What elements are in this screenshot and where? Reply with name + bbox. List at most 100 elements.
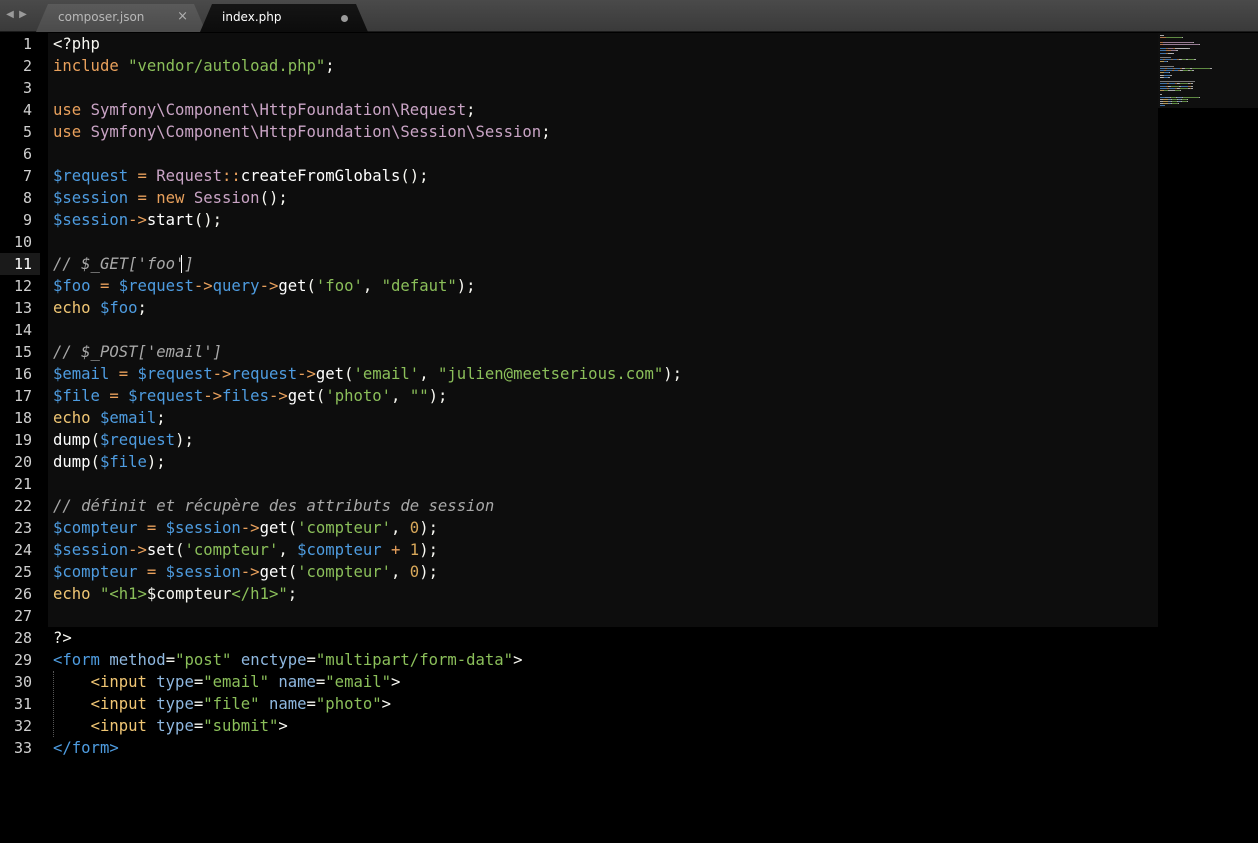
code-line[interactable]: dump($request); [53, 429, 1153, 451]
code-line[interactable] [53, 143, 1153, 165]
minimap-mark [1163, 41, 1193, 43]
code-line[interactable]: ?> [53, 627, 1153, 649]
code-token: ( [90, 453, 100, 471]
code-token: use [53, 101, 91, 119]
code-line[interactable]: echo $email; [53, 407, 1153, 429]
code-token: 'compteur' [184, 541, 279, 559]
code-line[interactable]: echo $foo; [53, 297, 1153, 319]
tab-composer-json[interactable]: composer.json × [36, 4, 206, 32]
code-line[interactable]: dump($file); [53, 451, 1153, 473]
code-line[interactable]: // $_GET['foo'] [53, 253, 1153, 275]
minimap-mark [1170, 74, 1172, 76]
line-number: 3 [22, 79, 32, 97]
minimap[interactable] [1158, 33, 1258, 108]
code-line[interactable]: <form method="post" enctype="multipart/f… [53, 649, 1153, 671]
line-number: 31 [13, 695, 32, 713]
code-token: $request [137, 365, 213, 383]
minimap-mark [1199, 96, 1200, 98]
code-token: = [315, 673, 326, 691]
code-token: files [222, 387, 269, 405]
code-token: use [53, 123, 91, 141]
line-number: 28 [13, 629, 32, 647]
code-token: Symfony\Component\HttpFoundation\Request [90, 101, 467, 119]
line-number: 8 [22, 189, 32, 207]
code-token: -> [128, 211, 147, 229]
code-token: -> [203, 387, 223, 405]
code-line[interactable]: $compteur = $session->get('compteur', 0)… [53, 561, 1153, 583]
tab-label: index.php [222, 10, 282, 24]
code-line[interactable]: $file = $request->files->get('photo', ""… [53, 385, 1153, 407]
code-token: = [193, 695, 204, 713]
code-line[interactable] [53, 77, 1153, 99]
code-line[interactable]: <?php [53, 33, 1153, 55]
code-line[interactable]: </form> [53, 737, 1153, 759]
code-token: ; [466, 101, 476, 119]
code-line[interactable]: // définit et récupère des attributs de … [53, 495, 1153, 517]
code-token: -> [212, 365, 232, 383]
code-token: ); [428, 387, 448, 405]
line-number: 4 [22, 101, 32, 119]
code-token: 1 [409, 541, 420, 559]
code-line[interactable] [53, 319, 1153, 341]
code-token: "file" [203, 695, 260, 713]
unsaved-dot-icon[interactable] [341, 15, 348, 22]
code-token: -> [240, 519, 260, 537]
code-token: type [156, 673, 194, 691]
code-editor[interactable]: 1 2 3 4 5 6 7 8 9 10 11 12 13 14 15 16 17 18 19 20 21 22 23 24 2… [0, 33, 1258, 843]
code-line[interactable]: echo "<h1>$compteur</h1>"; [53, 583, 1153, 605]
code-token: type [156, 695, 194, 713]
line-number: 26 [13, 585, 32, 603]
code-token: , [419, 365, 438, 383]
code-token: > [391, 673, 401, 691]
code-line[interactable] [53, 473, 1153, 495]
code-token: (); [193, 211, 223, 229]
code-token: = [137, 519, 166, 537]
code-token: (); [400, 167, 429, 185]
code-line[interactable]: $email = $request->request->get('email',… [53, 363, 1153, 385]
code-token: 0 [409, 519, 420, 537]
code-token: ?> [53, 629, 72, 647]
code-line[interactable]: $session->set('compteur', $compteur + 1)… [53, 539, 1153, 561]
code-token: ( [287, 563, 298, 581]
code-token: get [287, 387, 316, 405]
code-token: = [128, 189, 157, 207]
code-line[interactable]: <input type="file" name="photo"> [53, 693, 1153, 715]
code-line[interactable]: // $_POST['email'] [53, 341, 1153, 363]
code-token: $compteur [53, 519, 138, 537]
code-line[interactable]: use Symfony\Component\HttpFoundation\Req… [53, 99, 1153, 121]
close-icon[interactable]: × [177, 4, 188, 30]
code-token: echo [53, 409, 100, 427]
line-number: 19 [13, 431, 32, 449]
code-line[interactable]: $foo = $request->query->get('foo', "defa… [53, 275, 1153, 297]
code-line[interactable]: $session = new Session(); [53, 187, 1153, 209]
code-token: -> [193, 277, 213, 295]
code-line[interactable]: include "vendor/autoload.php"; [53, 55, 1153, 77]
line-number: 21 [13, 475, 32, 493]
line-number: 16 [13, 365, 32, 383]
code-token: , [362, 277, 382, 295]
code-area[interactable]: <?php include "vendor/autoload.php"; use S… [53, 33, 1153, 759]
code-line[interactable]: $request = Request::createFromGlobals(); [53, 165, 1153, 187]
forward-arrow-icon[interactable]: ▶ [17, 8, 29, 22]
line-number: 7 [22, 167, 32, 185]
code-line[interactable]: $compteur = $session->get('compteur', 0)… [53, 517, 1153, 539]
minimap-mark [1178, 103, 1179, 105]
code-line[interactable]: <input type="email" name="email"> [53, 671, 1153, 693]
code-token: $request [53, 167, 129, 185]
code-line[interactable] [53, 231, 1153, 253]
code-line[interactable] [53, 605, 1153, 627]
code-token: $request [99, 431, 176, 449]
code-token: get [259, 563, 288, 581]
code-line[interactable]: <input type="submit"> [53, 715, 1153, 737]
code-line[interactable]: use Symfony\Component\HttpFoundation\Ses… [53, 121, 1153, 143]
code-token: = [193, 673, 204, 691]
code-line[interactable]: $session->start(); [53, 209, 1153, 231]
line-number: 24 [13, 541, 32, 559]
line-number: 25 [13, 563, 32, 581]
minimap-mark [1160, 105, 1165, 107]
tab-index-php[interactable]: index.php [200, 4, 368, 32]
code-token: ); [419, 563, 438, 581]
minimap-mark [1210, 68, 1212, 69]
back-arrow-icon[interactable]: ◀ [4, 8, 16, 22]
